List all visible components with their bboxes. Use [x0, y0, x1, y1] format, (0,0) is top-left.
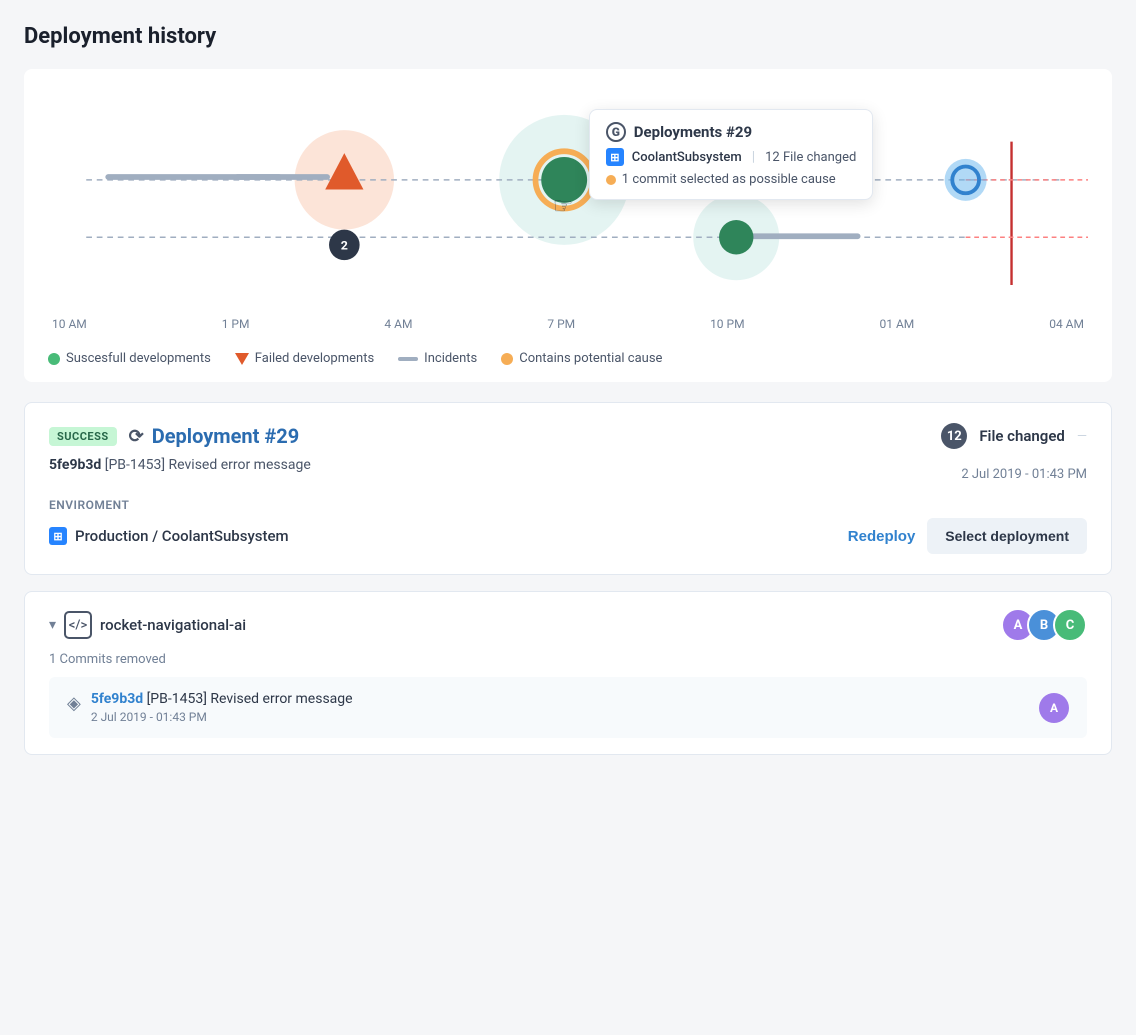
chevron-down-icon[interactable]: ▾: [49, 617, 56, 633]
commit-title: 5fe9b3d [PB-1453] Revised error message: [91, 691, 353, 707]
page-title: Deployment history: [24, 24, 1112, 49]
bb-icon: ⊞: [606, 148, 624, 166]
time-label-1: 1 PM: [222, 317, 250, 331]
legend-potential-cause: Contains potential cause: [501, 351, 662, 366]
separator: —: [1077, 429, 1087, 444]
card-header-right: 12 File changed —: [913, 423, 1087, 449]
commit-card-left: ◈ 5fe9b3d [PB-1453] Revised error messag…: [67, 691, 353, 724]
commit-hash: 5fe9b3d: [49, 457, 101, 473]
file-count-badge: 12: [941, 423, 967, 449]
legend-green-dot: [48, 353, 60, 365]
avatar-3: C: [1053, 608, 1087, 642]
repo-section: ▾ </> rocket-navigational-ai A B C 1 Com…: [24, 591, 1112, 755]
env-section: Enviroment ⊞ Production / CoolantSubsyst…: [49, 498, 1087, 554]
legend-dash: [398, 357, 418, 361]
svg-text:2: 2: [341, 239, 348, 254]
time-label-0: 10 AM: [52, 317, 87, 331]
repo-name: rocket-navigational-ai: [100, 616, 246, 634]
bb-env-icon: ⊞: [49, 527, 67, 545]
legend-triangle: [235, 353, 249, 365]
tooltip-popup: G Deployments #29 ⊞ CoolantSubsystem | 1…: [589, 109, 874, 200]
timeline-svg: 2 ☞: [48, 89, 1088, 309]
tooltip-title: Deployments #29: [634, 123, 752, 141]
chart-container: 2 ☞ G Deployments #29 ⊞ CoolantSubsystem…: [24, 69, 1112, 382]
tooltip-env: CoolantSubsystem: [632, 150, 742, 165]
legend-orange-dot: [501, 353, 513, 365]
env-row: ⊞ Production / CoolantSubsystem Redeploy…: [49, 518, 1087, 554]
tooltip-sub: ⊞ CoolantSubsystem | 12 File changed: [606, 148, 857, 166]
env-actions: Redeploy Select deployment: [848, 518, 1087, 554]
tooltip-file-count: 12 File changed: [765, 150, 856, 165]
time-label-4: 10 PM: [710, 317, 745, 331]
time-label-2: 4 AM: [384, 317, 412, 331]
chart-area: 2 ☞ G Deployments #29 ⊞ CoolantSubsystem…: [48, 89, 1088, 309]
select-deployment-button[interactable]: Select deployment: [927, 518, 1087, 554]
commit-msg: [PB-1453] Revised error message: [147, 691, 353, 707]
repo-icon: </>: [64, 611, 92, 639]
time-label-6: 04 AM: [1049, 317, 1084, 331]
env-label: Enviroment: [49, 498, 1087, 512]
time-label-5: 01 AM: [880, 317, 915, 331]
author-avatar: A: [1039, 693, 1069, 723]
commits-removed-label: 1 Commits removed: [49, 652, 1087, 667]
deployment-title: ⟳ Deployment #29: [129, 424, 300, 448]
card-header: SUCCESS ⟳ Deployment #29 12 File changed…: [49, 423, 1087, 449]
commit-time: 2 Jul 2019 - 01:43 PM: [91, 710, 353, 724]
legend-successful: Suscesfull developments: [48, 351, 211, 366]
redeploy-button[interactable]: Redeploy: [848, 528, 916, 545]
tooltip-dot-orange: [606, 175, 616, 185]
commit-dot-icon: ◈: [67, 693, 81, 714]
file-changed-label: File changed: [979, 427, 1065, 445]
card-header-left: SUCCESS ⟳ Deployment #29: [49, 424, 299, 448]
g-icon: G: [606, 122, 626, 142]
repo-header: ▾ </> rocket-navigational-ai A B C: [49, 608, 1087, 642]
deployment-card: SUCCESS ⟳ Deployment #29 12 File changed…: [24, 402, 1112, 575]
svg-text:☞: ☞: [553, 192, 574, 219]
deploy-date: 2 Jul 2019 - 01:43 PM: [961, 467, 1087, 482]
legend: Suscesfull developments Failed developme…: [48, 343, 1088, 366]
legend-failed: Failed developments: [235, 351, 374, 366]
avatar-group: A B C: [1001, 608, 1087, 642]
commit-hash-link[interactable]: 5fe9b3d: [91, 691, 143, 707]
repo-header-left: ▾ </> rocket-navigational-ai: [49, 611, 246, 639]
time-label-3: 7 PM: [547, 317, 575, 331]
commit-card: ◈ 5fe9b3d [PB-1453] Revised error messag…: [49, 677, 1087, 738]
status-badge: SUCCESS: [49, 427, 117, 446]
g-logo-icon: ⟳: [129, 426, 144, 447]
env-name: ⊞ Production / CoolantSubsystem: [49, 527, 289, 545]
legend-incidents: Incidents: [398, 351, 477, 366]
commit-info: 5fe9b3d [PB-1453] Revised error message …: [91, 691, 353, 724]
commit-message: [PB-1453] Revised error message: [105, 457, 311, 473]
tooltip-commit: 1 commit selected as possible cause: [606, 172, 857, 187]
